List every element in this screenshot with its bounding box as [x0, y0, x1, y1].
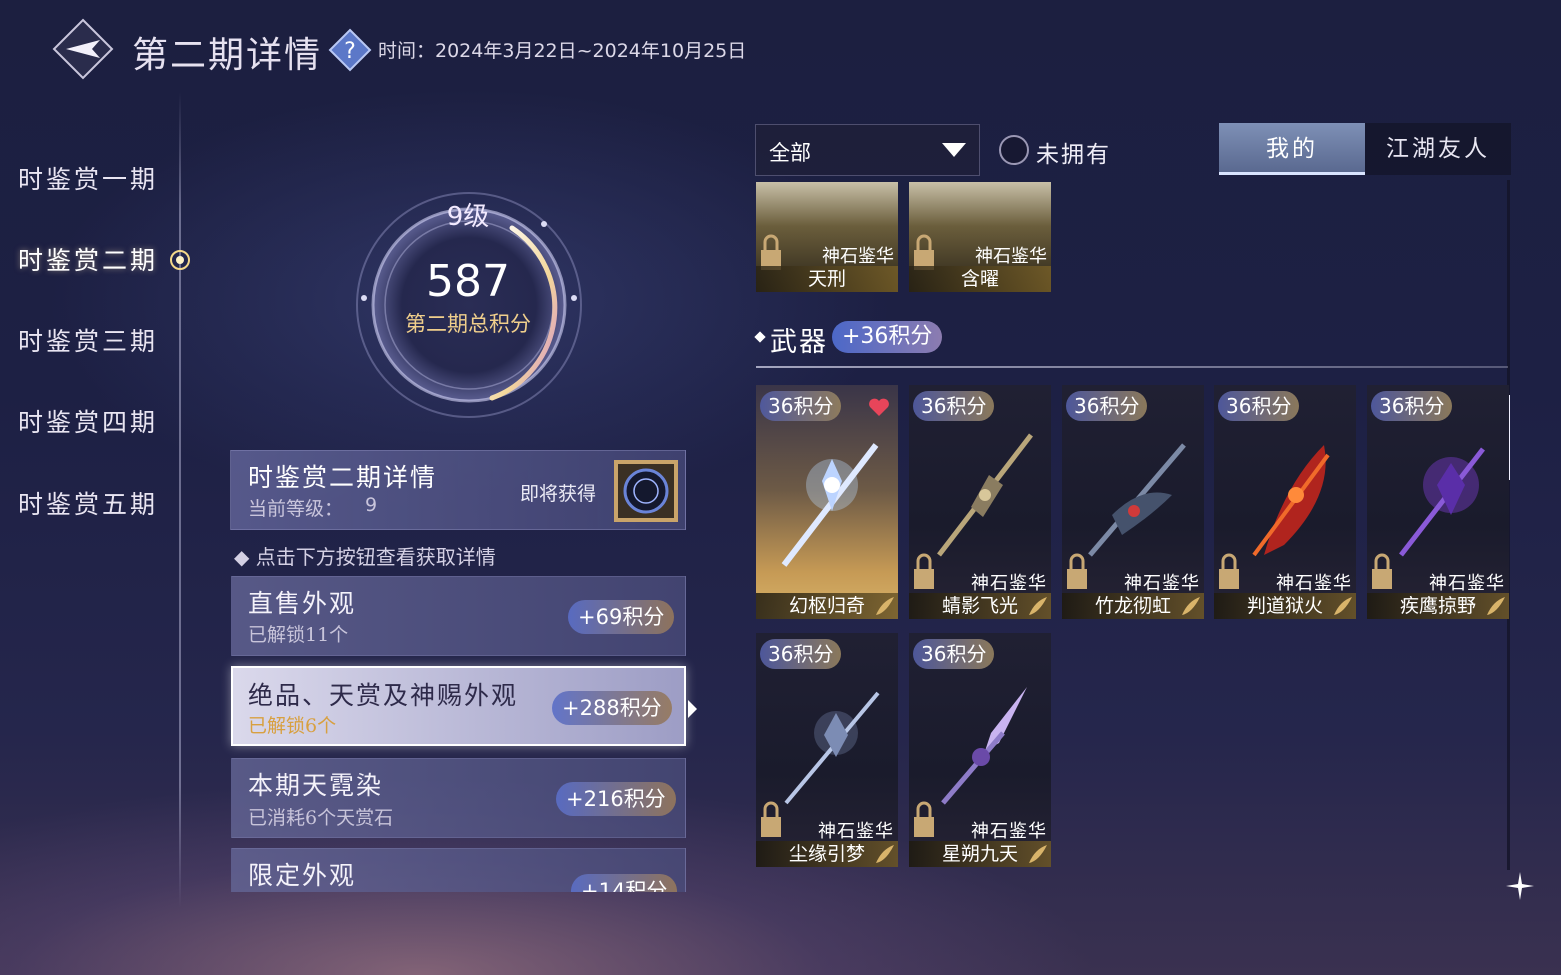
current-level-label: 当前等级：: [248, 498, 344, 520]
page-title: 第二期详情: [132, 35, 323, 76]
hint-text: ◆ 点击下方按钮查看获取详情: [234, 545, 496, 569]
points-badge: 36积分: [913, 391, 995, 421]
total-score-label: 第二期总积分: [405, 312, 531, 336]
weapon-image: [784, 691, 880, 805]
section-title: 武器: [770, 327, 828, 358]
leaf-icon: [1182, 597, 1200, 615]
nav-item-period-5[interactable]: 时鉴赏五期: [18, 485, 158, 521]
total-score: 587: [426, 256, 510, 307]
section-divider: [756, 366, 1508, 368]
weapon-image: [781, 443, 879, 567]
item-card[interactable]: 神石鉴华 天刑: [756, 182, 898, 292]
weapon-card[interactable]: 36积分 神石鉴华 蜻影飞光: [909, 385, 1051, 619]
back-arrow-icon: [52, 18, 114, 80]
points-badge: 36积分: [1218, 391, 1300, 421]
nav-divider: [179, 92, 181, 908]
weapon-card[interactable]: 36积分 神石鉴华 星朔九天: [909, 633, 1051, 867]
current-level-value: 9: [365, 494, 378, 516]
item-tag: 神石鉴华: [822, 246, 894, 267]
category-points-badge: +69积分: [568, 600, 675, 634]
svg-text:?: ?: [344, 39, 356, 64]
weapon-tag: 神石鉴华: [971, 821, 1047, 842]
selected-arrow-icon: [688, 700, 697, 718]
lock-icon: [761, 801, 781, 837]
category-sub: 已解锁6个: [248, 715, 337, 737]
help-icon[interactable]: ?: [328, 28, 372, 72]
category-title: 限定外观: [248, 861, 357, 890]
nav-item-period-4[interactable]: 时鉴赏四期: [18, 403, 158, 439]
category-title: 直售外观: [248, 589, 357, 618]
leaf-icon: [876, 597, 894, 615]
lock-icon: [914, 801, 934, 837]
lock-icon: [1067, 553, 1087, 589]
back-button[interactable]: [52, 18, 114, 80]
section-marker-icon: [754, 331, 766, 343]
weapon-tag: 神石鉴华: [1124, 573, 1200, 594]
points-badge: 36积分: [760, 391, 842, 421]
tab-friends[interactable]: 江湖友人: [1365, 123, 1511, 175]
weapon-image: [1252, 445, 1330, 557]
points-badge: 36积分: [1066, 391, 1148, 421]
weapon-card[interactable]: 36积分 神石鉴华 疾鹰掠野: [1367, 385, 1509, 619]
category-sub: 已消耗6个天赏石: [248, 807, 394, 829]
leaf-icon: [1029, 845, 1047, 863]
lock-icon: [914, 553, 934, 589]
nav-item-period-3[interactable]: 时鉴赏三期: [18, 322, 158, 358]
period-detail-title: 时鉴赏二期详情: [248, 463, 438, 492]
leaf-icon: [1029, 597, 1047, 615]
leaf-icon: [1334, 597, 1352, 615]
upcoming-reward-icon[interactable]: [614, 460, 678, 522]
category-points-badge: +288积分: [552, 691, 672, 725]
points-badge: 36积分: [913, 639, 995, 669]
level-text: 9级: [446, 202, 490, 232]
weapon-card[interactable]: 36积分 幻枢归奇: [756, 385, 898, 619]
category-limited-clip: 限定外观 +14积分: [231, 848, 686, 892]
section-points-badge: +36积分: [832, 321, 943, 353]
heart-icon[interactable]: [868, 397, 890, 417]
category-title: 本期天霓染: [248, 771, 384, 800]
weapon-image: [937, 433, 1033, 557]
item-card[interactable]: 神石鉴华 含曜: [909, 182, 1051, 292]
weapon-card[interactable]: 36积分 神石鉴华 判道狱火: [1214, 385, 1356, 619]
category-points-badge: +216积分: [556, 782, 676, 816]
category-title: 绝品、天赏及神赐外观: [248, 681, 519, 710]
sparkle-icon: [1506, 872, 1534, 900]
weapon-image: [941, 687, 1027, 805]
weapon-tag: 神石鉴华: [1276, 573, 1352, 594]
item-tag: 神石鉴华: [975, 246, 1047, 267]
points-badge: 36积分: [760, 639, 842, 669]
weapon-image: [1399, 447, 1485, 557]
not-owned-label[interactable]: 未拥有: [1036, 135, 1111, 169]
nav-item-period-2[interactable]: 时鉴赏二期: [18, 241, 158, 277]
weapon-card[interactable]: 36积分 神石鉴华 尘缘引梦: [756, 633, 898, 867]
weapon-tag: 神石鉴华: [971, 573, 1047, 594]
active-marker-icon: [168, 248, 192, 272]
leaf-icon: [876, 845, 894, 863]
weapon-card[interactable]: 36积分 神石鉴华 竹龙彻虹: [1062, 385, 1204, 619]
lock-icon: [1219, 553, 1239, 589]
event-time: 时间：2024年3月22日~2024年10月25日: [378, 40, 747, 62]
item-name: 含曜: [909, 266, 1051, 292]
weapon-tag: 神石鉴华: [1429, 573, 1505, 594]
upcoming-reward-label: 即将获得: [520, 483, 597, 505]
chevron-down-icon: [942, 143, 966, 157]
weapon-tag: 神石鉴华: [818, 821, 894, 842]
filter-selected-value: 全部: [769, 141, 811, 165]
nav-item-period-1[interactable]: 时鉴赏一期: [18, 160, 158, 196]
leaf-icon: [1487, 597, 1505, 615]
category-sub: 已解锁11个: [248, 624, 349, 646]
weapon-image: [1088, 443, 1186, 557]
category-points-badge: +14积分: [571, 874, 678, 892]
not-owned-radio[interactable]: [999, 135, 1029, 165]
points-badge: 36积分: [1371, 391, 1453, 421]
item-name: 天刑: [756, 266, 898, 292]
hint-label: 点击下方按钮查看获取详情: [255, 545, 496, 569]
lock-icon: [1372, 553, 1392, 589]
tab-mine[interactable]: 我的: [1219, 123, 1365, 175]
